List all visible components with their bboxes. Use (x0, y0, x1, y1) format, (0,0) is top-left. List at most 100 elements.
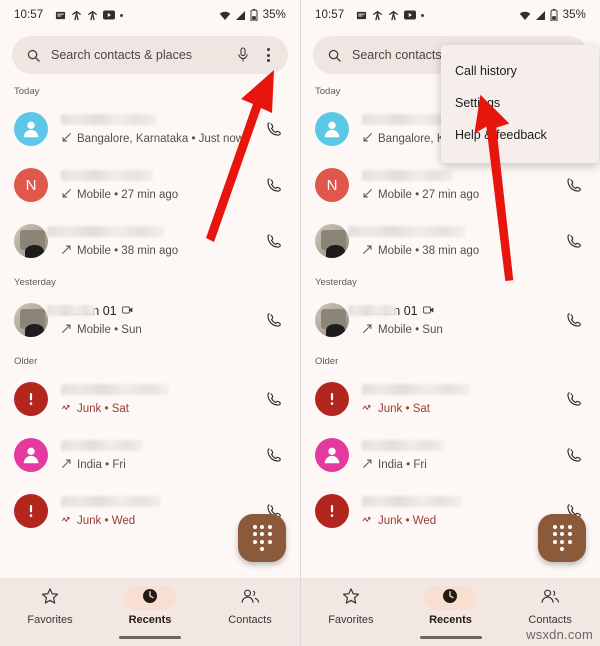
section-header-today: Today (14, 86, 40, 97)
section-header-older: Older (315, 356, 339, 367)
row-content: India • Fri (48, 438, 258, 472)
outgoing-call-icon (61, 458, 72, 472)
phone-call-icon[interactable] (258, 121, 288, 138)
signal-icon (535, 10, 546, 21)
phone-call-icon[interactable] (258, 391, 288, 408)
star-icon (41, 587, 59, 610)
status-bar: 10:57 35% (301, 0, 600, 30)
search-input[interactable]: Search contacts & places (51, 48, 226, 62)
avatar (14, 112, 48, 146)
junk-call-icon (61, 402, 72, 416)
phone-call-icon[interactable] (558, 233, 588, 250)
nav-label: Favorites (27, 614, 73, 626)
video-call-icon (422, 302, 434, 320)
table-row[interactable]: Mobile • 38 min ago (0, 213, 300, 269)
call-log-list: Today Bangalore, Karnataka • Just now (0, 78, 300, 539)
person-walk-icon (372, 10, 383, 21)
menu-item-help-feedback[interactable]: Help & feedback (441, 119, 599, 151)
phone-call-icon[interactable] (258, 312, 288, 329)
tab-favorites[interactable]: Favorites (308, 586, 394, 626)
junk-call-icon (362, 514, 373, 528)
call-detail-text: India • Fri (77, 459, 126, 471)
contact-name (61, 112, 258, 127)
microphone-icon[interactable] (236, 47, 250, 63)
incoming-call-icon (61, 188, 72, 202)
battery-percent: 35% (262, 9, 286, 21)
table-row[interactable]: manan 01 Mobile • Sun (301, 292, 600, 348)
junk-call-icon (61, 514, 72, 528)
contact-name: manan 01 (348, 302, 558, 320)
table-row[interactable]: N Mobile • 27 min ago (301, 157, 600, 213)
call-detail: Mobile • 27 min ago (61, 188, 258, 202)
contact-name (61, 438, 258, 453)
table-row[interactable]: Junk • Sat (301, 371, 600, 427)
nav-pill-active (424, 586, 477, 610)
dialpad-fab-button[interactable] (538, 514, 586, 562)
phone-call-icon[interactable] (558, 312, 588, 329)
table-row[interactable]: Bangalore, Karnataka • Just now (0, 101, 300, 157)
search-bar[interactable]: Search contacts & places (12, 36, 288, 74)
phone-call-icon[interactable] (258, 177, 288, 194)
tab-contacts[interactable]: Contacts (507, 586, 593, 626)
phone-screen-left: 10:57 35% Search contacts & places Today… (0, 0, 300, 646)
tab-recents[interactable]: Recents (107, 586, 193, 626)
wifi-icon (219, 10, 231, 21)
phone-call-icon[interactable] (258, 447, 288, 464)
table-row[interactable]: N Mobile • 27 min ago (0, 157, 300, 213)
contacts-icon (541, 587, 560, 610)
phone-call-icon[interactable] (558, 177, 588, 194)
incoming-call-icon (362, 188, 373, 202)
avatar (14, 494, 48, 528)
clock-icon (442, 588, 458, 609)
table-row[interactable]: India • Fri (0, 427, 300, 483)
call-detail: Junk • Sat (362, 402, 558, 416)
avatar (14, 382, 48, 416)
row-content: manan 01 Mobile • Sun (47, 303, 258, 337)
incoming-call-icon (61, 132, 72, 146)
nav-label: Favorites (328, 614, 374, 626)
signal-icon (235, 10, 246, 21)
call-detail: Mobile • Sun (61, 323, 258, 337)
row-content: Mobile • 27 min ago (349, 168, 558, 202)
dialpad-icon (552, 524, 572, 552)
search-bar-container: Search contacts & places (0, 30, 300, 78)
call-detail-text: Mobile • 38 min ago (77, 245, 179, 257)
tab-contacts[interactable]: Contacts (207, 586, 293, 626)
row-content: India • Fri (349, 438, 558, 472)
tab-recents[interactable]: Recents (407, 586, 493, 626)
screenshot-stage: 10:57 35% Search contacts & places Today… (0, 0, 600, 646)
phone-call-icon[interactable] (558, 447, 588, 464)
call-detail: Mobile • 38 min ago (61, 244, 258, 258)
menu-item-settings[interactable]: Settings (441, 87, 599, 119)
status-bar-right: 35% (519, 9, 586, 21)
watermark: wsxdn.com (526, 627, 593, 642)
menu-item-call-history[interactable]: Call history (441, 55, 599, 87)
call-detail-text: Mobile • 38 min ago (378, 245, 480, 257)
row-content: Junk • Sat (48, 382, 258, 416)
home-indicator (419, 636, 482, 639)
table-row[interactable]: Mobile • 38 min ago (301, 213, 600, 269)
table-row[interactable]: manan 01 Mobile • Sun (0, 292, 300, 348)
incoming-call-icon (362, 132, 373, 146)
table-row[interactable]: Junk • Sat (0, 371, 300, 427)
call-detail: Mobile • 38 min ago (362, 244, 558, 258)
dialpad-fab-button[interactable] (238, 514, 286, 562)
row-content: Mobile • 38 min ago (348, 224, 558, 258)
table-row[interactable]: India • Fri (301, 427, 600, 483)
status-bar-right: 35% (219, 9, 286, 21)
phone-call-icon[interactable] (258, 233, 288, 250)
dialpad-icon (252, 524, 272, 552)
status-time: 10:57 (315, 9, 345, 21)
phone-call-icon[interactable] (558, 391, 588, 408)
tab-favorites[interactable]: Favorites (7, 586, 93, 626)
kebab-menu-icon[interactable] (260, 46, 276, 64)
status-bar: 10:57 35% (0, 0, 300, 30)
section-header-yesterday: Yesterday (315, 277, 357, 288)
avatar (315, 112, 349, 146)
contact-name (362, 168, 558, 183)
nav-label: Contacts (228, 614, 272, 626)
call-detail-text: Junk • Sat (378, 403, 430, 415)
row-content: Mobile • 27 min ago (48, 168, 258, 202)
avatar: N (14, 168, 48, 202)
nav-pill (524, 586, 576, 610)
